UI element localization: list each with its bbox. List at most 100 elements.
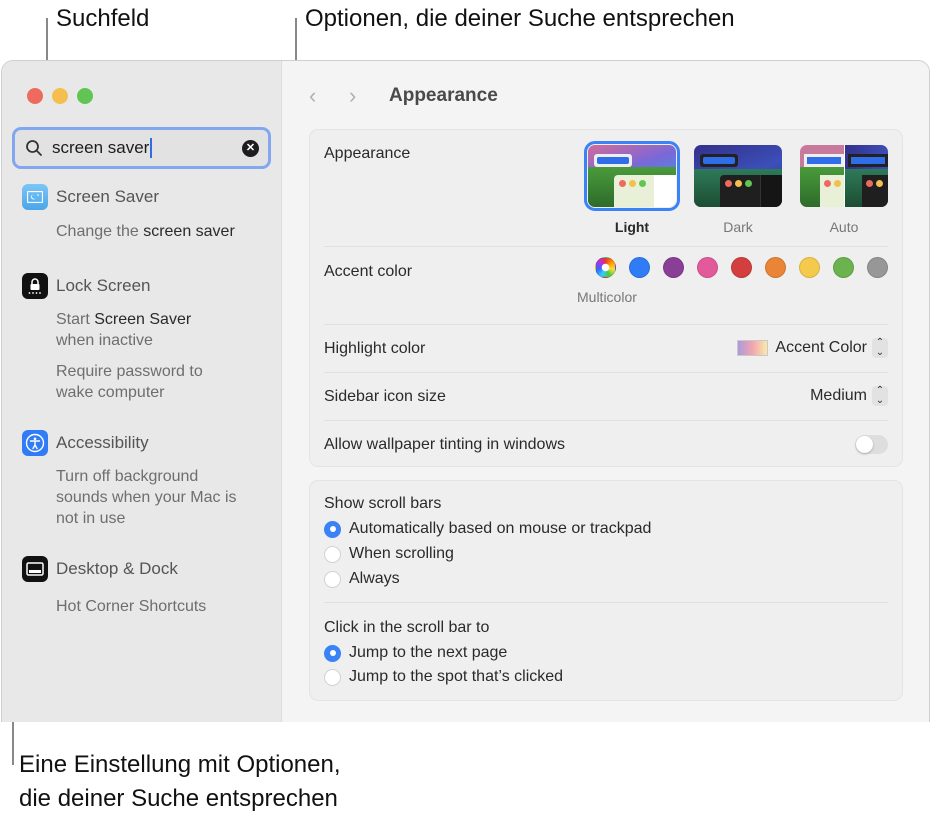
forward-button[interactable]: › [349,83,389,109]
accent-swatch[interactable] [731,257,752,278]
result-title: Accessibility [56,433,149,452]
result-lock-screen[interactable]: Lock Screen Start Screen Saver when inac… [22,273,203,403]
result-screen-saver[interactable]: Screen Saver Change the screen saver [22,184,235,242]
back-button[interactable]: ‹ [309,83,349,109]
option-text: Start [56,311,95,328]
wallpaper-tinting-toggle[interactable] [855,435,888,454]
option-text: Turn off background [56,468,199,485]
page-title: Appearance [389,85,498,106]
result-title: Desktop & Dock [56,559,178,578]
radio-label: Always [349,570,400,587]
divider [324,602,888,603]
option-match-text: screen saver [143,223,235,240]
light-preview-image [584,141,680,211]
accent-selected-label: Multicolor [577,289,637,305]
accent-color-label: Accent color [324,263,413,280]
option-text: Hot Corner Shortcuts [56,598,207,615]
zoom-window-button[interactable] [77,88,93,104]
sidebar-icon-size-popup[interactable]: Medium ⌃ ⌄ [810,386,888,406]
option-match-text: Screen Saver [94,311,192,328]
accent-swatch[interactable] [663,257,684,278]
window-controls [27,88,93,104]
sidebar: screen saver ✕ Screen Saver Change the s… [2,61,282,722]
callout-matching-options: Optionen, die deiner Suche entsprechen [305,5,735,32]
lock-icon [22,273,48,299]
search-input[interactable]: screen saver [52,138,149,158]
appearance-light-option[interactable]: Light [584,141,680,235]
result-accessibility[interactable]: Accessibility Turn off background sounds… [22,430,237,529]
scroll-bars-group: Show scroll bars Automatically based on … [309,480,903,701]
appearance-label: Appearance [324,145,411,162]
settings-window: screen saver ✕ Screen Saver Change the s… [1,60,930,722]
sidebar-icon-size-label: Sidebar icon size [324,388,446,405]
appearance-option-label: Auto [829,219,859,235]
clear-icon[interactable]: ✕ [242,139,259,157]
magnifier-icon [26,140,42,156]
sidebar-icon-size-value: Medium [810,387,867,404]
show-scroll-bars-title: Show scroll bars [324,495,442,512]
result-option[interactable]: Change the screen saver [22,221,235,242]
chevron-updown-icon: ⌃ ⌄ [872,386,888,406]
radio-label: When scrolling [349,545,454,562]
desktop-dock-icon [22,556,48,582]
wallpaper-tinting-label: Allow wallpaper tinting in windows [324,436,566,453]
result-option[interactable]: Require password to wake computer [22,361,203,403]
accent-swatch[interactable] [799,257,820,278]
result-option[interactable]: Start Screen Saver when inactive [22,309,203,351]
radio-scroll-auto[interactable]: Automatically based on mouse or trackpad [324,520,651,538]
callout-search-field: Suchfeld [56,5,150,32]
result-title: Lock Screen [56,276,151,295]
appearance-auto-option[interactable]: Auto [800,145,888,235]
highlight-color-popup[interactable]: Accent Color ⌃ ⌄ [737,338,888,358]
sidebar-icon-size-row: Sidebar icon size Medium ⌃ ⌄ [324,373,888,421]
screen-saver-icon [22,184,48,210]
radio-label: Jump to the spot that’s clicked [349,668,564,685]
appearance-option-label: Light [614,219,650,235]
minimize-window-button[interactable] [52,88,68,104]
radio-label: Jump to the next page [349,644,508,661]
accent-swatch[interactable] [833,257,854,278]
highlight-color-row: Highlight color Accent Color ⌃ ⌄ [324,325,888,373]
highlight-color-value: Accent Color [775,339,867,356]
appearance-dark-option[interactable]: Dark [694,145,782,235]
accent-swatch[interactable] [629,257,650,278]
result-title: Screen Saver [56,187,159,206]
text-caret [150,138,153,158]
dark-preview-image [694,145,782,207]
result-option[interactable]: Hot Corner Shortcuts [22,596,206,617]
result-desktop-dock[interactable]: Desktop & Dock Hot Corner Shortcuts [22,556,206,617]
option-text: Change the [56,223,144,240]
radio-scroll-when-scrolling[interactable]: When scrolling [324,545,454,563]
close-window-button[interactable] [27,88,43,104]
accent-swatch[interactable] [765,257,786,278]
appearance-group: Appearance Light Dark Auto Accent color … [309,129,903,467]
radio-jump-next-page[interactable]: Jump to the next page [324,644,507,662]
accent-swatch[interactable] [697,257,718,278]
highlight-color-swatch [737,340,769,356]
accent-color-swatches [595,257,888,278]
callout-setting-line2: die deiner Suche entsprechen [19,785,338,812]
appearance-row: Appearance Light Dark Auto [324,130,888,247]
accent-swatch[interactable] [867,257,888,278]
auto-preview-image [800,145,888,207]
search-field[interactable]: screen saver ✕ [12,127,271,169]
option-text: wake computer [56,384,165,401]
radio-scroll-always[interactable]: Always [324,570,400,588]
accent-swatch-multicolor[interactable] [595,257,616,278]
result-option[interactable]: Turn off background sounds when your Mac… [22,466,237,529]
option-text: not in use [56,510,126,527]
accessibility-icon [22,430,48,456]
click-scroll-bar-title: Click in the scroll bar to [324,619,490,636]
toolbar: ‹ › Appearance [309,83,498,109]
chevron-updown-icon: ⌃ ⌄ [872,338,888,358]
appearance-option-label: Dark [723,219,753,235]
callout-setting-line1: Eine Einstellung mit Optionen, [19,751,341,778]
option-text: when inactive [56,332,153,349]
option-text: sounds when your Mac is [56,489,237,506]
radio-jump-to-spot[interactable]: Jump to the spot that’s clicked [324,668,563,686]
accent-color-row: Accent color Multicolor [324,247,888,325]
radio-label: Automatically based on mouse or trackpad [349,520,652,537]
highlight-color-label: Highlight color [324,340,426,357]
wallpaper-tinting-row: Allow wallpaper tinting in windows [324,421,888,468]
option-text: Require password to [56,363,203,380]
